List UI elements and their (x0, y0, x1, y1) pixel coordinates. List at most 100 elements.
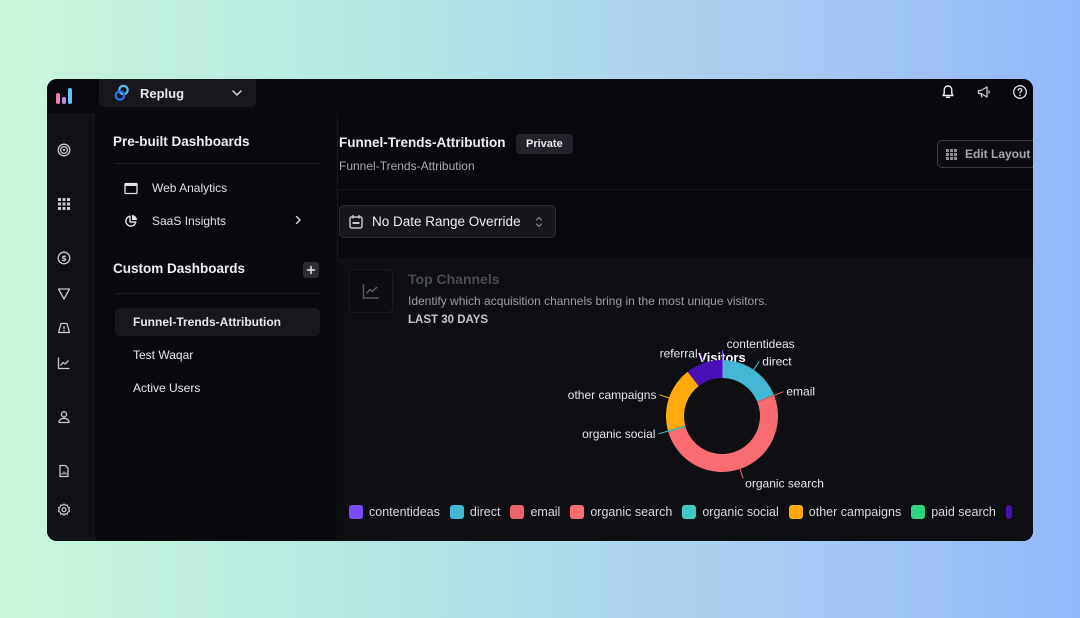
label-leader-line (753, 361, 760, 371)
workspace-switcher[interactable]: Replug (99, 79, 256, 107)
custom-dashboard-item[interactable]: Funnel-Trends-Attribution (115, 308, 320, 336)
slice-label: contentideas (727, 337, 795, 351)
legend-swatch (911, 505, 926, 519)
rail-item-settings[interactable] (56, 502, 72, 518)
legend-swatch (449, 505, 464, 519)
plus-icon (306, 265, 316, 275)
date-range-select[interactable]: No Date Range Override (339, 205, 556, 238)
dollar-icon: $ (57, 251, 71, 265)
icon-rail: $ (47, 113, 95, 541)
rail-item-goals[interactable] (56, 142, 72, 158)
main-content: Funnel-Trends-Attribution Private Funnel… (339, 113, 1033, 541)
legend-item-organic-social[interactable]: organic social (682, 505, 779, 519)
label-leader-line (658, 430, 669, 435)
legend-swatch (1005, 505, 1012, 519)
slice-label: referral (660, 347, 698, 361)
edit-layout-button[interactable]: Edit Layout (937, 140, 1033, 168)
dashboard-label: Active Users (133, 381, 201, 395)
chart-legend: contentideas direct email organic search org… (349, 505, 1018, 519)
calendar-icon (349, 214, 363, 229)
page-title: Funnel-Trends-Attribution (339, 135, 506, 150)
legend-swatch (682, 505, 697, 519)
user-icon (58, 411, 70, 424)
slice-label: organic search (745, 477, 824, 491)
rail-item-users[interactable] (56, 409, 72, 425)
sidebar-item-label: Web Analytics (152, 181, 228, 195)
legend-label: other campaigns (808, 505, 902, 519)
legend-swatch (570, 505, 585, 519)
legend-item-paid-search[interactable]: paid search (911, 505, 996, 519)
target-icon (57, 143, 71, 157)
visibility-badge: Private (516, 134, 573, 154)
legend-item-contentideas[interactable]: contentideas (349, 505, 440, 519)
browser-window-icon (123, 180, 139, 196)
workspace-logo-icon (114, 84, 129, 101)
sidebar-item-saas-insights[interactable]: SaaS Insights (123, 213, 226, 229)
top-bar: Replug (47, 79, 1033, 113)
label-leader-line (773, 391, 784, 396)
grid-icon (946, 148, 957, 160)
legend-item-other-campaigns[interactable]: other campaigns (788, 505, 902, 519)
notifications-button[interactable] (939, 83, 957, 101)
legend-item-direct[interactable]: direct (449, 505, 501, 519)
funnel-icon (57, 288, 71, 300)
chevron-updown-icon (535, 216, 543, 228)
rail-item-dashboards[interactable] (56, 196, 72, 212)
dashboard-label: Funnel-Trends-Attribution (133, 315, 281, 329)
sidebar-item-web-analytics[interactable]: Web Analytics (123, 180, 227, 196)
line-chart-icon (57, 357, 70, 370)
custom-dashboard-item[interactable]: Active Users (115, 374, 320, 402)
legend-swatch (349, 505, 363, 519)
rail-item-revenue[interactable]: $ (56, 250, 72, 266)
legend-label: paid search (931, 505, 996, 519)
legend-label: contentideas (369, 505, 440, 519)
chevron-right-icon[interactable] (292, 214, 304, 226)
top-channels-card: Top Channels Identify which acquisition … (339, 258, 1033, 541)
legend-label: email (530, 505, 561, 519)
rail-item-funnels[interactable] (56, 286, 72, 302)
rail-item-alerts[interactable] (56, 320, 72, 336)
svg-text:$: $ (61, 254, 67, 263)
bell-icon (942, 85, 954, 98)
help-circle-icon (1013, 85, 1027, 99)
megaphone-icon (977, 86, 990, 98)
custom-dashboard-item[interactable]: Test Waqar (115, 341, 320, 369)
alert-icon (57, 322, 71, 334)
legend-label: organic search (590, 505, 673, 519)
divider (115, 293, 320, 294)
slice-label: direct (762, 355, 792, 369)
date-range-value: No Date Range Override (372, 214, 521, 229)
visitors-donut-chart: Visitors contentideasdirectemailorganic … (568, 337, 824, 491)
custom-dashboards-heading: Custom Dashboards (113, 261, 246, 276)
rail-item-trends[interactable] (56, 355, 72, 371)
slice-label: organic social (582, 427, 655, 441)
rail-item-reports[interactable] (56, 463, 72, 479)
donut-slice-other-campaigns[interactable] (666, 371, 699, 431)
divider (115, 163, 320, 164)
workspace-name: Replug (140, 85, 185, 101)
app-logo[interactable] (55, 84, 75, 104)
legend-item-email[interactable]: email (510, 505, 560, 519)
legend-label: direct (469, 505, 501, 519)
legend-swatch (788, 505, 803, 519)
dashboards-sidebar: Pre-built Dashboards Web Analytics SaaS … (95, 113, 338, 541)
legend-item-organic-search[interactable]: organic search (570, 505, 672, 519)
slice-label: other campaigns (568, 388, 657, 402)
edit-layout-label: Edit Layout (965, 147, 1031, 161)
pie-chart-icon (123, 213, 139, 229)
sidebar-item-label: SaaS Insights (152, 214, 227, 228)
app-window: Replug $ Pre-built Dashboards Web Analyt… (47, 79, 1033, 541)
add-dashboard-button[interactable] (303, 262, 319, 278)
help-button[interactable] (1011, 83, 1029, 101)
dashboard-label: Test Waqar (133, 348, 194, 362)
page-subtitle: Funnel-Trends-Attribution (339, 159, 475, 173)
label-leader-line (659, 394, 670, 399)
report-icon (59, 464, 69, 478)
slice-label: email (786, 385, 815, 399)
top-actions (939, 83, 1033, 101)
legend-swatch (510, 505, 525, 519)
label-leader-line (739, 468, 744, 479)
announcements-button[interactable] (975, 83, 993, 101)
prebuilt-dashboards-heading: Pre-built Dashboards (113, 134, 250, 149)
legend-label: organic social (702, 505, 779, 519)
